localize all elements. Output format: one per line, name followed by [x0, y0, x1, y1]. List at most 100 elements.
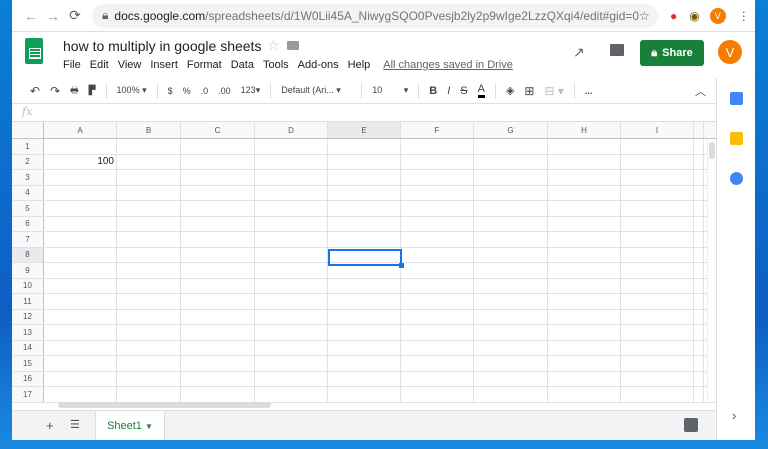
browser-menu-icon[interactable]: ⋮ — [738, 9, 750, 23]
cell-I12[interactable] — [621, 309, 694, 324]
cell-E5[interactable] — [328, 201, 401, 216]
cell-I17[interactable] — [621, 387, 694, 402]
cell-F5[interactable] — [401, 201, 474, 216]
cell-H1[interactable] — [548, 139, 621, 154]
cell-5[interactable] — [694, 201, 704, 216]
cell-C7[interactable] — [181, 232, 255, 247]
cell-C16[interactable] — [181, 371, 255, 386]
merge-cells-icon[interactable]: ⊟ ▾ — [544, 84, 563, 98]
cell-F7[interactable] — [401, 232, 474, 247]
more-formats-button[interactable]: 123▾ — [241, 85, 261, 96]
cell-I3[interactable] — [621, 170, 694, 185]
cell-C15[interactable] — [181, 356, 255, 371]
vertical-scrollbar[interactable] — [707, 139, 716, 402]
cell-H8[interactable] — [548, 247, 621, 262]
cell-H5[interactable] — [548, 201, 621, 216]
row-header-6[interactable]: 6 — [12, 216, 44, 231]
forward-icon[interactable]: → — [42, 8, 64, 24]
cell-D2[interactable] — [255, 154, 328, 169]
cell-G14[interactable] — [474, 340, 548, 355]
menu-edit[interactable]: Edit — [90, 59, 109, 71]
activity-trend-icon[interactable]: ↗ — [573, 44, 585, 61]
reload-icon[interactable]: ⟳ — [64, 7, 86, 24]
formula-bar[interactable]: fx — [12, 105, 716, 122]
cell-I10[interactable] — [621, 278, 694, 293]
cell-I7[interactable] — [621, 232, 694, 247]
bookmark-star-icon[interactable]: ☆ — [639, 9, 650, 23]
cell-B16[interactable] — [117, 371, 181, 386]
cell-7[interactable] — [694, 232, 704, 247]
cell-D6[interactable] — [255, 216, 328, 231]
cell-E17[interactable] — [328, 387, 401, 402]
cell-F8[interactable] — [401, 247, 474, 262]
currency-button[interactable]: $ — [168, 86, 173, 96]
cell-G7[interactable] — [474, 232, 548, 247]
cell-G2[interactable] — [474, 154, 548, 169]
cell-G13[interactable] — [474, 325, 548, 340]
address-bar[interactable]: 🔒︎ docs.google.com/spreadsheets/d/1W0Lii… — [92, 3, 658, 28]
cell-F4[interactable] — [401, 185, 474, 200]
cell-H10[interactable] — [548, 278, 621, 293]
cell-E3[interactable] — [328, 170, 401, 185]
cell-I6[interactable] — [621, 216, 694, 231]
menu-file[interactable]: File — [63, 59, 81, 71]
cell-F12[interactable] — [401, 309, 474, 324]
cell-B12[interactable] — [117, 309, 181, 324]
sheet-tab-sheet1[interactable]: Sheet1 ▼ — [95, 411, 165, 440]
bold-icon[interactable]: B — [429, 85, 437, 97]
paint-format-icon[interactable]: ▛ — [89, 85, 96, 96]
cell-I15[interactable] — [621, 356, 694, 371]
cell-10[interactable] — [694, 278, 704, 293]
cell-G12[interactable] — [474, 309, 548, 324]
increase-decimal-button[interactable]: .00 — [218, 86, 231, 96]
cell-H2[interactable] — [548, 154, 621, 169]
row-header-8[interactable]: 8 — [12, 247, 44, 262]
cell-A9[interactable] — [44, 263, 117, 278]
row-header-9[interactable]: 9 — [12, 263, 44, 278]
horizontal-scroll-thumb[interactable] — [58, 402, 271, 408]
add-sheet-icon[interactable]: + — [46, 418, 54, 433]
select-all-corner[interactable] — [12, 122, 44, 138]
cell-H13[interactable] — [548, 325, 621, 340]
cell-A6[interactable] — [44, 216, 117, 231]
cell-15[interactable] — [694, 356, 704, 371]
cell-I8[interactable] — [621, 247, 694, 262]
cell-F13[interactable] — [401, 325, 474, 340]
cell-H12[interactable] — [548, 309, 621, 324]
cell-I1[interactable] — [621, 139, 694, 154]
expand-panel-icon[interactable]: › — [732, 408, 736, 423]
comment-icon[interactable] — [610, 44, 624, 56]
menu-tools[interactable]: Tools — [263, 59, 289, 71]
cell-F17[interactable] — [401, 387, 474, 402]
cell-F11[interactable] — [401, 294, 474, 309]
cell-E10[interactable] — [328, 278, 401, 293]
cell-C6[interactable] — [181, 216, 255, 231]
cell-D3[interactable] — [255, 170, 328, 185]
cell-C11[interactable] — [181, 294, 255, 309]
cell-G15[interactable] — [474, 356, 548, 371]
cell-B5[interactable] — [117, 201, 181, 216]
cell-D7[interactable] — [255, 232, 328, 247]
cell-B17[interactable] — [117, 387, 181, 402]
cell-H7[interactable] — [548, 232, 621, 247]
cell-D15[interactable] — [255, 356, 328, 371]
cell-I11[interactable] — [621, 294, 694, 309]
cell-A2[interactable]: 100 — [44, 154, 117, 169]
cell-B15[interactable] — [117, 356, 181, 371]
cell-A11[interactable] — [44, 294, 117, 309]
cell-A10[interactable] — [44, 278, 117, 293]
cell-G17[interactable] — [474, 387, 548, 402]
cell-B14[interactable] — [117, 340, 181, 355]
cell-F9[interactable] — [401, 263, 474, 278]
cell-I5[interactable] — [621, 201, 694, 216]
cell-H16[interactable] — [548, 371, 621, 386]
cell-F16[interactable] — [401, 371, 474, 386]
cell-A3[interactable] — [44, 170, 117, 185]
column-header-E[interactable]: E — [328, 122, 401, 138]
row-header-4[interactable]: 4 — [12, 185, 44, 200]
selected-cell-E8[interactable] — [328, 249, 404, 268]
cell-D14[interactable] — [255, 340, 328, 355]
more-options-button[interactable]: ... — [585, 86, 593, 96]
cell-2[interactable] — [694, 154, 704, 169]
cell-B3[interactable] — [117, 170, 181, 185]
